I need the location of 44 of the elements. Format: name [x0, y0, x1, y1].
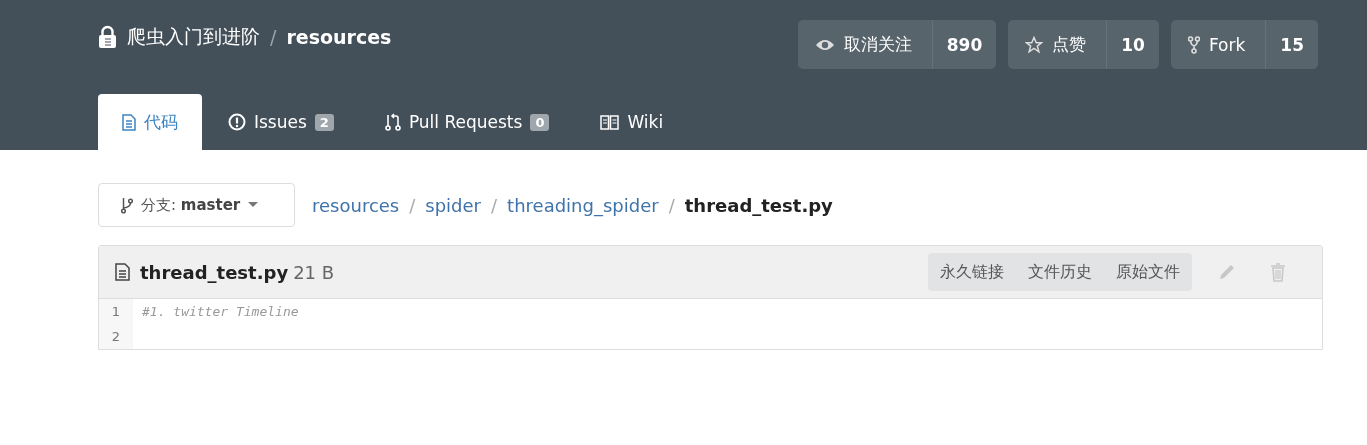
- nav-tab[interactable]: Wiki: [575, 94, 689, 150]
- file-size: 21 B: [293, 261, 335, 283]
- star-icon: [1025, 35, 1044, 54]
- file-action-button[interactable]: 文件历史: [1016, 253, 1104, 291]
- current-file-name: thread_test.py: [684, 194, 833, 216]
- breadcrumb-separator: /: [491, 194, 498, 216]
- repo-owner-link[interactable]: 爬虫入门到进阶: [127, 24, 260, 50]
- path-separator: /: [270, 26, 277, 48]
- watch-count[interactable]: 890: [931, 20, 997, 69]
- line-number: 1: [99, 299, 133, 324]
- caret-icon: [248, 202, 259, 208]
- lock-icon: [98, 25, 117, 49]
- line-number: 2: [99, 324, 133, 349]
- fork-icon: [1187, 35, 1200, 54]
- document-icon: [122, 113, 136, 131]
- nav-tab[interactable]: Pull Requests 0: [359, 94, 575, 150]
- eye-icon: [814, 37, 835, 52]
- count-badge: 0: [530, 113, 550, 131]
- file-action-button[interactable]: 永久链接: [928, 253, 1016, 291]
- branch-dropdown[interactable]: 分支: master: [98, 183, 295, 227]
- breadcrumb-separator: /: [668, 194, 675, 216]
- breadcrumb-separator: /: [409, 194, 416, 216]
- breadcrumb-link[interactable]: spider: [425, 194, 482, 216]
- star-button[interactable]: 点赞: [1008, 20, 1107, 69]
- alert-icon: [228, 113, 246, 131]
- file-action-button[interactable]: 原始文件: [1104, 253, 1192, 291]
- fork-button[interactable]: Fork: [1170, 20, 1266, 69]
- breadcrumb-link[interactable]: threading_spider: [507, 194, 659, 216]
- pull-request-icon: [384, 113, 401, 131]
- nav-tab[interactable]: Issues 2: [203, 94, 359, 150]
- trash-icon: [1270, 262, 1286, 282]
- repo-name-link[interactable]: resources: [286, 26, 392, 48]
- branch-icon: [121, 196, 133, 214]
- fork-count[interactable]: 15: [1265, 20, 1318, 69]
- document-icon: [115, 263, 130, 281]
- nav-tab[interactable]: 代码: [98, 94, 202, 150]
- book-icon: [600, 114, 620, 130]
- file-name: thread_test.py: [140, 261, 289, 283]
- breadcrumb-link[interactable]: resources: [312, 194, 400, 216]
- count-badge: 2: [314, 113, 334, 131]
- code-comment: #1. twitter Timeline: [141, 304, 299, 319]
- star-count[interactable]: 10: [1106, 20, 1159, 69]
- watch-button[interactable]: 取消关注: [797, 20, 932, 69]
- pencil-icon: [1218, 263, 1236, 281]
